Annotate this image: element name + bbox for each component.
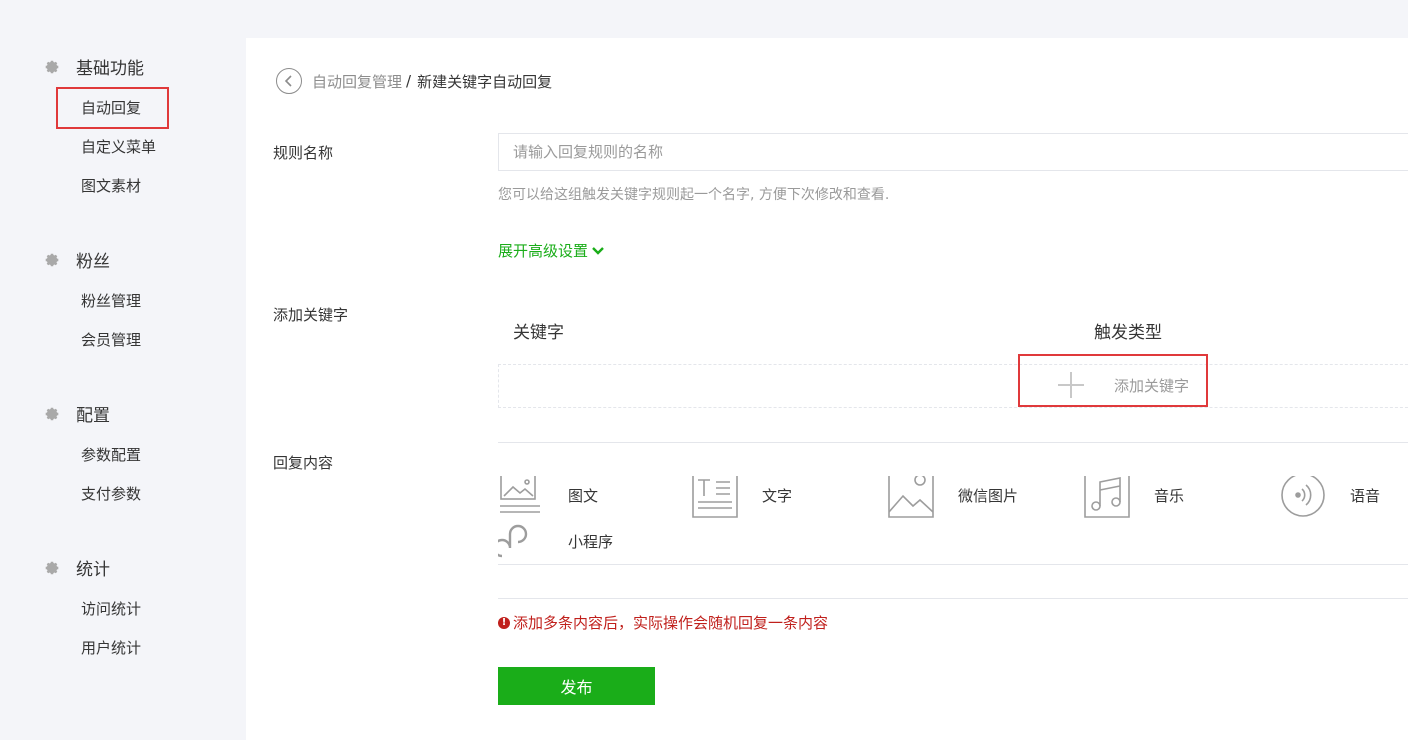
reply-type-mini-program[interactable]: 小程序 xyxy=(498,518,613,564)
sidebar-item-param-config[interactable]: 参数配置 xyxy=(81,445,141,465)
sidebar-group-title: 统计 xyxy=(76,560,110,580)
reply-type-image[interactable]: 微信图片 xyxy=(888,476,1018,518)
sidebar-item-payment-params[interactable]: 支付参数 xyxy=(81,484,141,504)
sidebar-group-fans: 粉丝 xyxy=(44,247,110,272)
reply-type-news[interactable]: 图文 xyxy=(498,476,598,518)
advanced-settings-label: 展开高级设置 xyxy=(498,242,589,260)
sidebar-group-title: 基础功能 xyxy=(76,59,144,79)
gear-icon xyxy=(45,407,59,420)
chevron-left-icon xyxy=(284,75,292,87)
main-panel: 自动回复管理 / 新建关键字自动回复 规则名称 您可以给这组触发关键字规则起一个… xyxy=(246,38,1408,740)
sidebar: 基础功能 自动回复 自定义菜单 图文素材 粉丝 粉丝管理 会员管理 配置 参数配… xyxy=(0,0,246,740)
rule-name-label: 规则名称 xyxy=(273,144,334,162)
sidebar-group-title: 粉丝 xyxy=(76,252,110,272)
reply-type-label: 图文 xyxy=(568,486,599,505)
random-reply-warning: ! 添加多条内容后，实际操作会随机回复一条内容 xyxy=(498,612,828,633)
reply-content-label: 回复内容 xyxy=(273,454,334,472)
sidebar-item-visit-stats[interactable]: 访问统计 xyxy=(81,599,141,619)
rule-name-hint: 您可以给这组触发关键字规则起一个名字, 方便下次修改和查看. xyxy=(498,187,890,203)
keyword-list xyxy=(498,364,1408,408)
image-icon xyxy=(888,476,934,518)
reply-type-label: 语音 xyxy=(1350,486,1381,505)
reply-type-text[interactable]: 文字 xyxy=(692,476,792,518)
sidebar-item-custom-menu[interactable]: 自定义菜单 xyxy=(81,137,156,157)
sidebar-item-article-material[interactable]: 图文素材 xyxy=(81,176,141,196)
sidebar-item-member-management[interactable]: 会员管理 xyxy=(81,330,141,350)
reply-type-label: 文字 xyxy=(762,486,793,505)
breadcrumb-separator: / xyxy=(406,72,412,90)
breadcrumb-current: 新建关键字自动回复 xyxy=(417,72,553,91)
breadcrumb: 自动回复管理 / 新建关键字自动回复 xyxy=(276,68,552,94)
back-button[interactable] xyxy=(276,68,302,94)
keyword-column-header: 关键字 xyxy=(513,323,564,343)
gear-icon xyxy=(45,60,59,73)
divider xyxy=(498,564,1408,565)
voice-icon xyxy=(1281,476,1325,517)
sidebar-group-basic: 基础功能 xyxy=(44,54,144,79)
sidebar-item-user-stats[interactable]: 用户统计 xyxy=(81,638,141,658)
highlight-box-add-keyword xyxy=(1018,354,1208,407)
rule-name-input[interactable] xyxy=(498,133,1408,171)
divider xyxy=(498,442,1408,443)
advanced-settings-toggle[interactable]: 展开高级设置 xyxy=(498,240,605,261)
highlight-box-auto-reply xyxy=(56,87,169,129)
reply-type-voice[interactable]: 语音 xyxy=(1280,476,1380,518)
reply-type-label: 音乐 xyxy=(1154,486,1185,505)
publish-button[interactable]: 发布 xyxy=(498,667,655,705)
music-icon xyxy=(1084,476,1130,518)
breadcrumb-parent-link[interactable]: 自动回复管理 xyxy=(312,71,402,92)
divider xyxy=(498,598,1408,599)
reply-type-label: 小程序 xyxy=(568,532,614,551)
add-keyword-label: 添加关键字 xyxy=(273,306,349,324)
sidebar-group-config: 配置 xyxy=(44,401,110,426)
warning-text: 添加多条内容后，实际操作会随机回复一条内容 xyxy=(513,614,829,632)
reply-type-selector: 图文 文字 微信图片 音乐 语音 小程序 xyxy=(498,476,1408,564)
mini-program-icon xyxy=(498,524,528,558)
sidebar-group-title: 配置 xyxy=(76,406,110,426)
gear-icon xyxy=(45,561,59,574)
text-icon xyxy=(692,476,738,518)
reply-type-music[interactable]: 音乐 xyxy=(1084,476,1184,518)
sidebar-item-fan-management[interactable]: 粉丝管理 xyxy=(81,291,141,311)
news-icon xyxy=(500,476,540,513)
gear-icon xyxy=(45,253,59,266)
reply-type-label: 微信图片 xyxy=(958,486,1019,505)
chevron-down-icon xyxy=(592,246,604,255)
alert-icon: ! xyxy=(498,616,510,629)
trigger-type-column-header: 触发类型 xyxy=(1094,323,1162,343)
sidebar-group-stats: 统计 xyxy=(44,555,110,580)
